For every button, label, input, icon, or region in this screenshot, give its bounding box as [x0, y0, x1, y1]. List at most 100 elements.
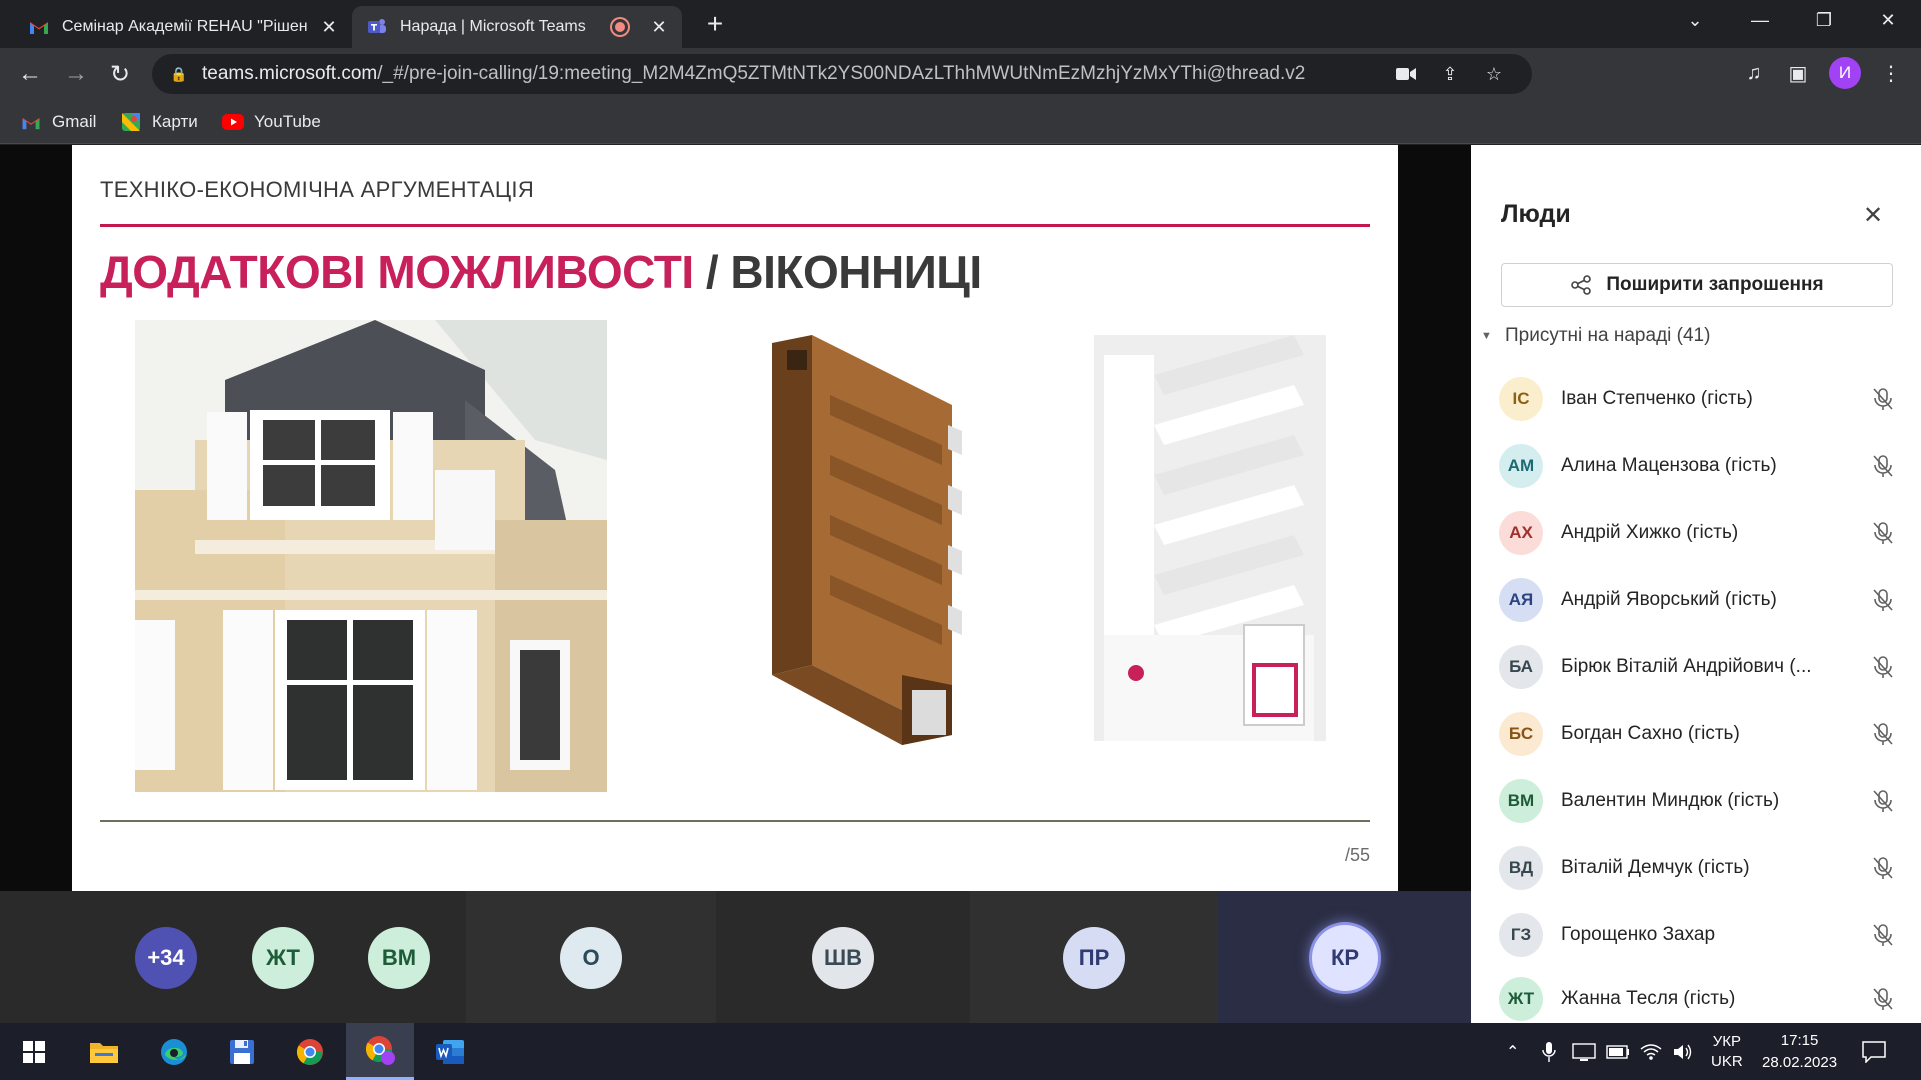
tile-avatar[interactable]: ЖТ	[252, 927, 314, 989]
display-icon[interactable]	[1572, 1023, 1596, 1080]
participant-name: Андрій Хижко (гість)	[1561, 522, 1739, 543]
close-icon[interactable]: ✕	[1859, 201, 1887, 229]
attendees-section-label: Присутні на нараді (41)	[1505, 325, 1711, 346]
participant-name: Алина Мацензова (гість)	[1561, 455, 1777, 476]
tab-search-icon[interactable]: ⌄	[1666, 0, 1724, 40]
chrome-button[interactable]	[276, 1023, 344, 1080]
media-control-icon[interactable]: ♫	[1739, 58, 1769, 88]
tile-avatar: ШВ	[812, 927, 874, 989]
gmail-icon	[20, 113, 42, 131]
restore-button[interactable]: ❐	[1795, 0, 1853, 40]
new-tab-button[interactable]: +	[700, 10, 730, 40]
avatar-initials: БА	[1509, 657, 1533, 676]
maps-icon	[120, 113, 142, 131]
reload-button[interactable]: ↻	[102, 56, 138, 92]
tab-title: Нарада | Microsoft Teams	[400, 18, 586, 35]
overflow-count-avatar[interactable]: +34	[135, 927, 197, 989]
participant-row[interactable]: АЯ Андрій Яворський (гість)	[1499, 574, 1899, 626]
edge-button[interactable]	[140, 1023, 208, 1080]
avatar-initials: АМ	[1507, 456, 1535, 475]
microphone-icon[interactable]	[1542, 1023, 1556, 1080]
avatar-initials: ГЗ	[1510, 925, 1532, 944]
start-button[interactable]	[0, 1023, 68, 1080]
bookmark-gmail[interactable]: Gmail	[20, 110, 96, 134]
bookmark-label: YouTube	[254, 112, 321, 131]
participant-tile[interactable]: О	[466, 891, 716, 1023]
address-bar[interactable]: 🔒 teams.microsoft.com /_#/pre-join-calli…	[152, 54, 1532, 94]
chevron-down-icon: ▼	[1481, 330, 1492, 342]
close-window-button[interactable]: ✕	[1859, 0, 1917, 40]
battery-icon[interactable]	[1606, 1023, 1630, 1080]
shared-content-stage: ТЕХНІКО-ЕКОНОМІЧНА АРГУМЕНТАЦІЯ ДОДАТКОВ…	[0, 145, 1471, 891]
participant-name: Андрій Яворський (гість)	[1561, 589, 1777, 610]
share-page-icon[interactable]: ⇪	[1436, 60, 1464, 88]
wifi-icon[interactable]	[1640, 1023, 1662, 1080]
slide-kicker: ТЕХНІКО-ЕКОНОМІЧНА АРГУМЕНТАЦІЯ	[100, 177, 535, 202]
close-tab-icon[interactable]: ✕	[650, 17, 668, 37]
participant-tile[interactable]: ПР	[970, 891, 1218, 1023]
participant-avatar: ВД	[1499, 846, 1543, 890]
back-button[interactable]: ←	[12, 56, 48, 92]
bookmark-maps[interactable]: Карти	[120, 110, 198, 134]
tile-avatar[interactable]: ВМ	[368, 927, 430, 989]
participant-row[interactable]: АХ Андрій Хижко (гість)	[1499, 507, 1899, 559]
participant-avatar: ГЗ	[1499, 913, 1543, 957]
participant-row[interactable]: ВД Віталій Демчук (гість)	[1499, 842, 1899, 894]
chrome-profile-icon	[365, 1036, 395, 1065]
tab-teams-meeting[interactable]: Нарада | Microsoft Teams ✕	[352, 6, 682, 48]
mic-off-icon	[1869, 921, 1897, 949]
volume-icon[interactable]	[1672, 1023, 1694, 1080]
camera-icon[interactable]	[1392, 60, 1420, 88]
forward-button[interactable]: →	[58, 56, 94, 92]
avatar-initials: ПР	[1078, 945, 1110, 970]
minimize-button[interactable]: —	[1731, 0, 1789, 40]
close-tab-icon[interactable]: ✕	[320, 17, 338, 37]
participant-row[interactable]: БС Богдан Сахно (гість)	[1499, 708, 1899, 760]
participant-tile-speaking[interactable]: КР	[1218, 891, 1471, 1023]
clock[interactable]: 17:15 28.02.2023	[1762, 1023, 1837, 1080]
menu-icon[interactable]: ⋮	[1876, 58, 1906, 88]
shutter-profile-photo	[752, 335, 972, 755]
save-app-button[interactable]	[208, 1023, 276, 1080]
share-invite-label: Поширити запрошення	[1606, 274, 1824, 295]
folder-icon	[90, 1042, 118, 1063]
attendees-section-header[interactable]: ▼ Присутні на нараді (41)	[1481, 325, 1710, 347]
share-invite-button[interactable]: Поширити запрошення	[1501, 263, 1893, 307]
participant-row[interactable]: ЖТ Жанна Тесля (гість)	[1499, 976, 1899, 1022]
notifications-icon[interactable]	[1862, 1023, 1886, 1080]
participant-name: Бірюк Віталій Андрійович (...	[1561, 656, 1812, 677]
lock-icon: 🔒	[170, 65, 188, 82]
side-panel-icon[interactable]: ▣	[1783, 58, 1813, 88]
language-top: УКР	[1712, 1032, 1741, 1050]
mic-off-icon	[1869, 653, 1897, 681]
tab-seminar[interactable]: Семінар Академії REHAU "Рішен ✕	[14, 6, 352, 48]
mic-off-icon	[1869, 787, 1897, 815]
bookmark-youtube[interactable]: YouTube	[222, 110, 321, 134]
slide-title-accent: ДОДАТКОВІ МОЖЛИВОСТІ	[100, 246, 694, 298]
participant-avatar: АХ	[1499, 511, 1543, 555]
participant-row[interactable]: ВМ Валентин Миндюк (гість)	[1499, 775, 1899, 827]
participant-row[interactable]: ГЗ Горощенко Захар	[1499, 909, 1899, 961]
chrome-profile-button[interactable]	[346, 1023, 414, 1080]
avatar-initials: О	[582, 945, 600, 970]
participant-row[interactable]: ІС Іван Степченко (гість)	[1499, 373, 1899, 425]
participant-tile[interactable]: ШВ	[716, 891, 970, 1023]
file-explorer-button[interactable]	[70, 1023, 138, 1080]
participant-name: Віталій Демчук (гість)	[1561, 857, 1750, 878]
avatar-initials: ВМ	[1507, 791, 1535, 810]
presentation-slide: ТЕХНІКО-ЕКОНОМІЧНА АРГУМЕНТАЦІЯ ДОДАТКОВ…	[72, 145, 1398, 891]
profile-avatar[interactable]: И	[1829, 57, 1861, 89]
participant-row[interactable]: БА Бірюк Віталій Андрійович (...	[1499, 641, 1899, 693]
tile-group[interactable]: +34 ЖТ ВМ	[0, 891, 466, 1023]
bookmark-star-icon[interactable]: ☆	[1480, 60, 1508, 88]
browser-toolbar: ← → ↻ 🔒 teams.microsoft.com /_#/pre-join…	[0, 48, 1921, 100]
word-button[interactable]	[416, 1023, 484, 1080]
slide-page-number: /55	[1344, 845, 1370, 865]
language-indicator[interactable]: УКР UKR	[1711, 1023, 1743, 1080]
mic-off-icon	[1869, 720, 1897, 748]
youtube-icon	[222, 113, 244, 131]
show-hidden-icons[interactable]: ⌃	[1506, 1023, 1519, 1080]
participant-row[interactable]: АМ Алина Мацензова (гість)	[1499, 440, 1899, 492]
white-shutter-photo	[1094, 335, 1326, 741]
windows-taskbar: ⌃ УКР UKR 17:15 28.02.2023	[0, 1023, 1921, 1080]
